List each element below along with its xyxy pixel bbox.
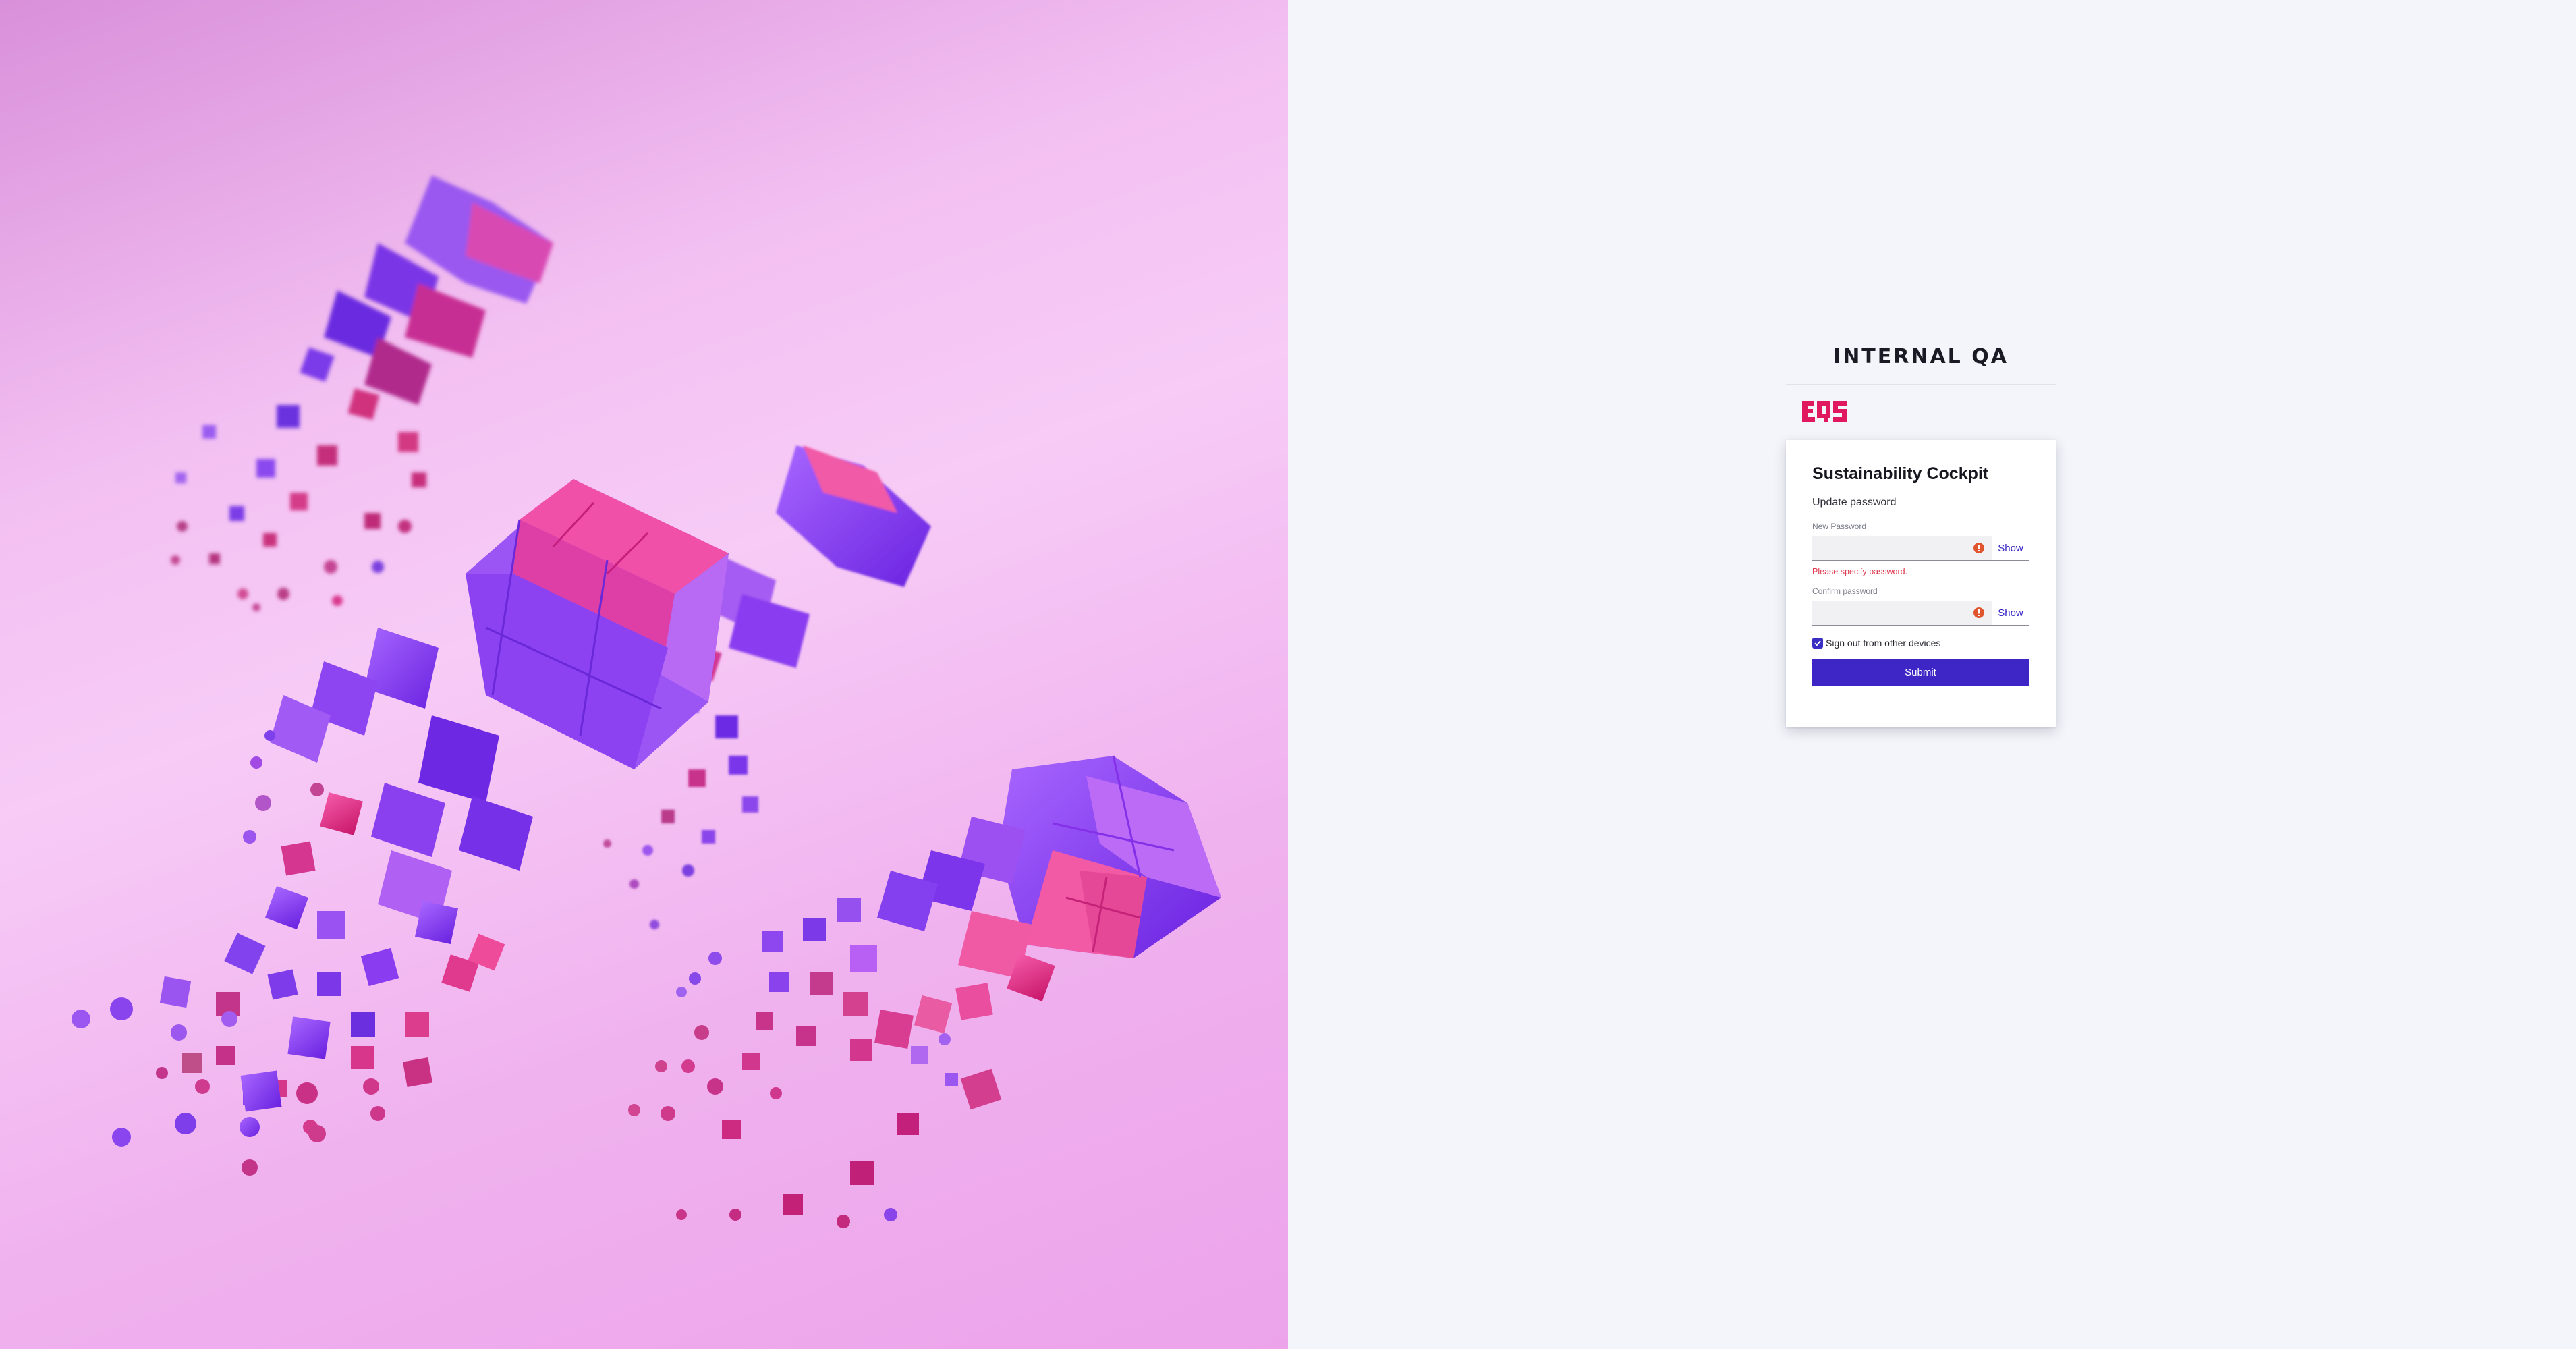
sign-out-checkbox-label: Sign out from other devices: [1826, 638, 1941, 649]
form-subtitle: Update password: [1812, 497, 1897, 508]
environment-title: INTERNAL QA: [1833, 345, 2009, 368]
alert-circle-icon: [1973, 543, 1984, 553]
show-new-password-button[interactable]: Show: [1992, 536, 2029, 560]
confirm-password-label: Confirm password: [1812, 586, 1878, 596]
new-password-field-wrapper: Show: [1812, 536, 2029, 561]
submit-button[interactable]: Submit: [1812, 659, 2029, 686]
brand-header: INTERNAL QA: [1786, 341, 2056, 426]
update-password-card: Sustainability Cockpit Update password N…: [1786, 440, 2056, 727]
check-icon: [1814, 640, 1821, 646]
app-title: Sustainability Cockpit: [1812, 464, 1989, 483]
page: INTERNAL QA Sustainability Cockpit Updat…: [0, 0, 2576, 1349]
show-confirm-password-button[interactable]: Show: [1992, 601, 2029, 625]
confirm-password-field-wrapper: Show: [1812, 601, 2029, 626]
alert-circle-icon: [1973, 607, 1984, 618]
new-password-label: New Password: [1812, 522, 1867, 531]
header-divider: [1786, 384, 2056, 385]
sign-out-checkbox[interactable]: [1812, 638, 1823, 649]
hero-image: [0, 0, 1288, 1349]
new-password-error: Please specify password.: [1812, 567, 1908, 576]
eqs-logo-icon: [1802, 401, 1847, 422]
new-password-input[interactable]: [1812, 536, 1973, 560]
auth-panel: INTERNAL QA Sustainability Cockpit Updat…: [1288, 0, 2576, 1349]
confirm-password-input[interactable]: [1812, 601, 1973, 625]
eqs-logo: [1801, 397, 2056, 426]
cubes-illustration: [72, 175, 1221, 1228]
sign-out-checkbox-row[interactable]: Sign out from other devices: [1812, 636, 2029, 651]
